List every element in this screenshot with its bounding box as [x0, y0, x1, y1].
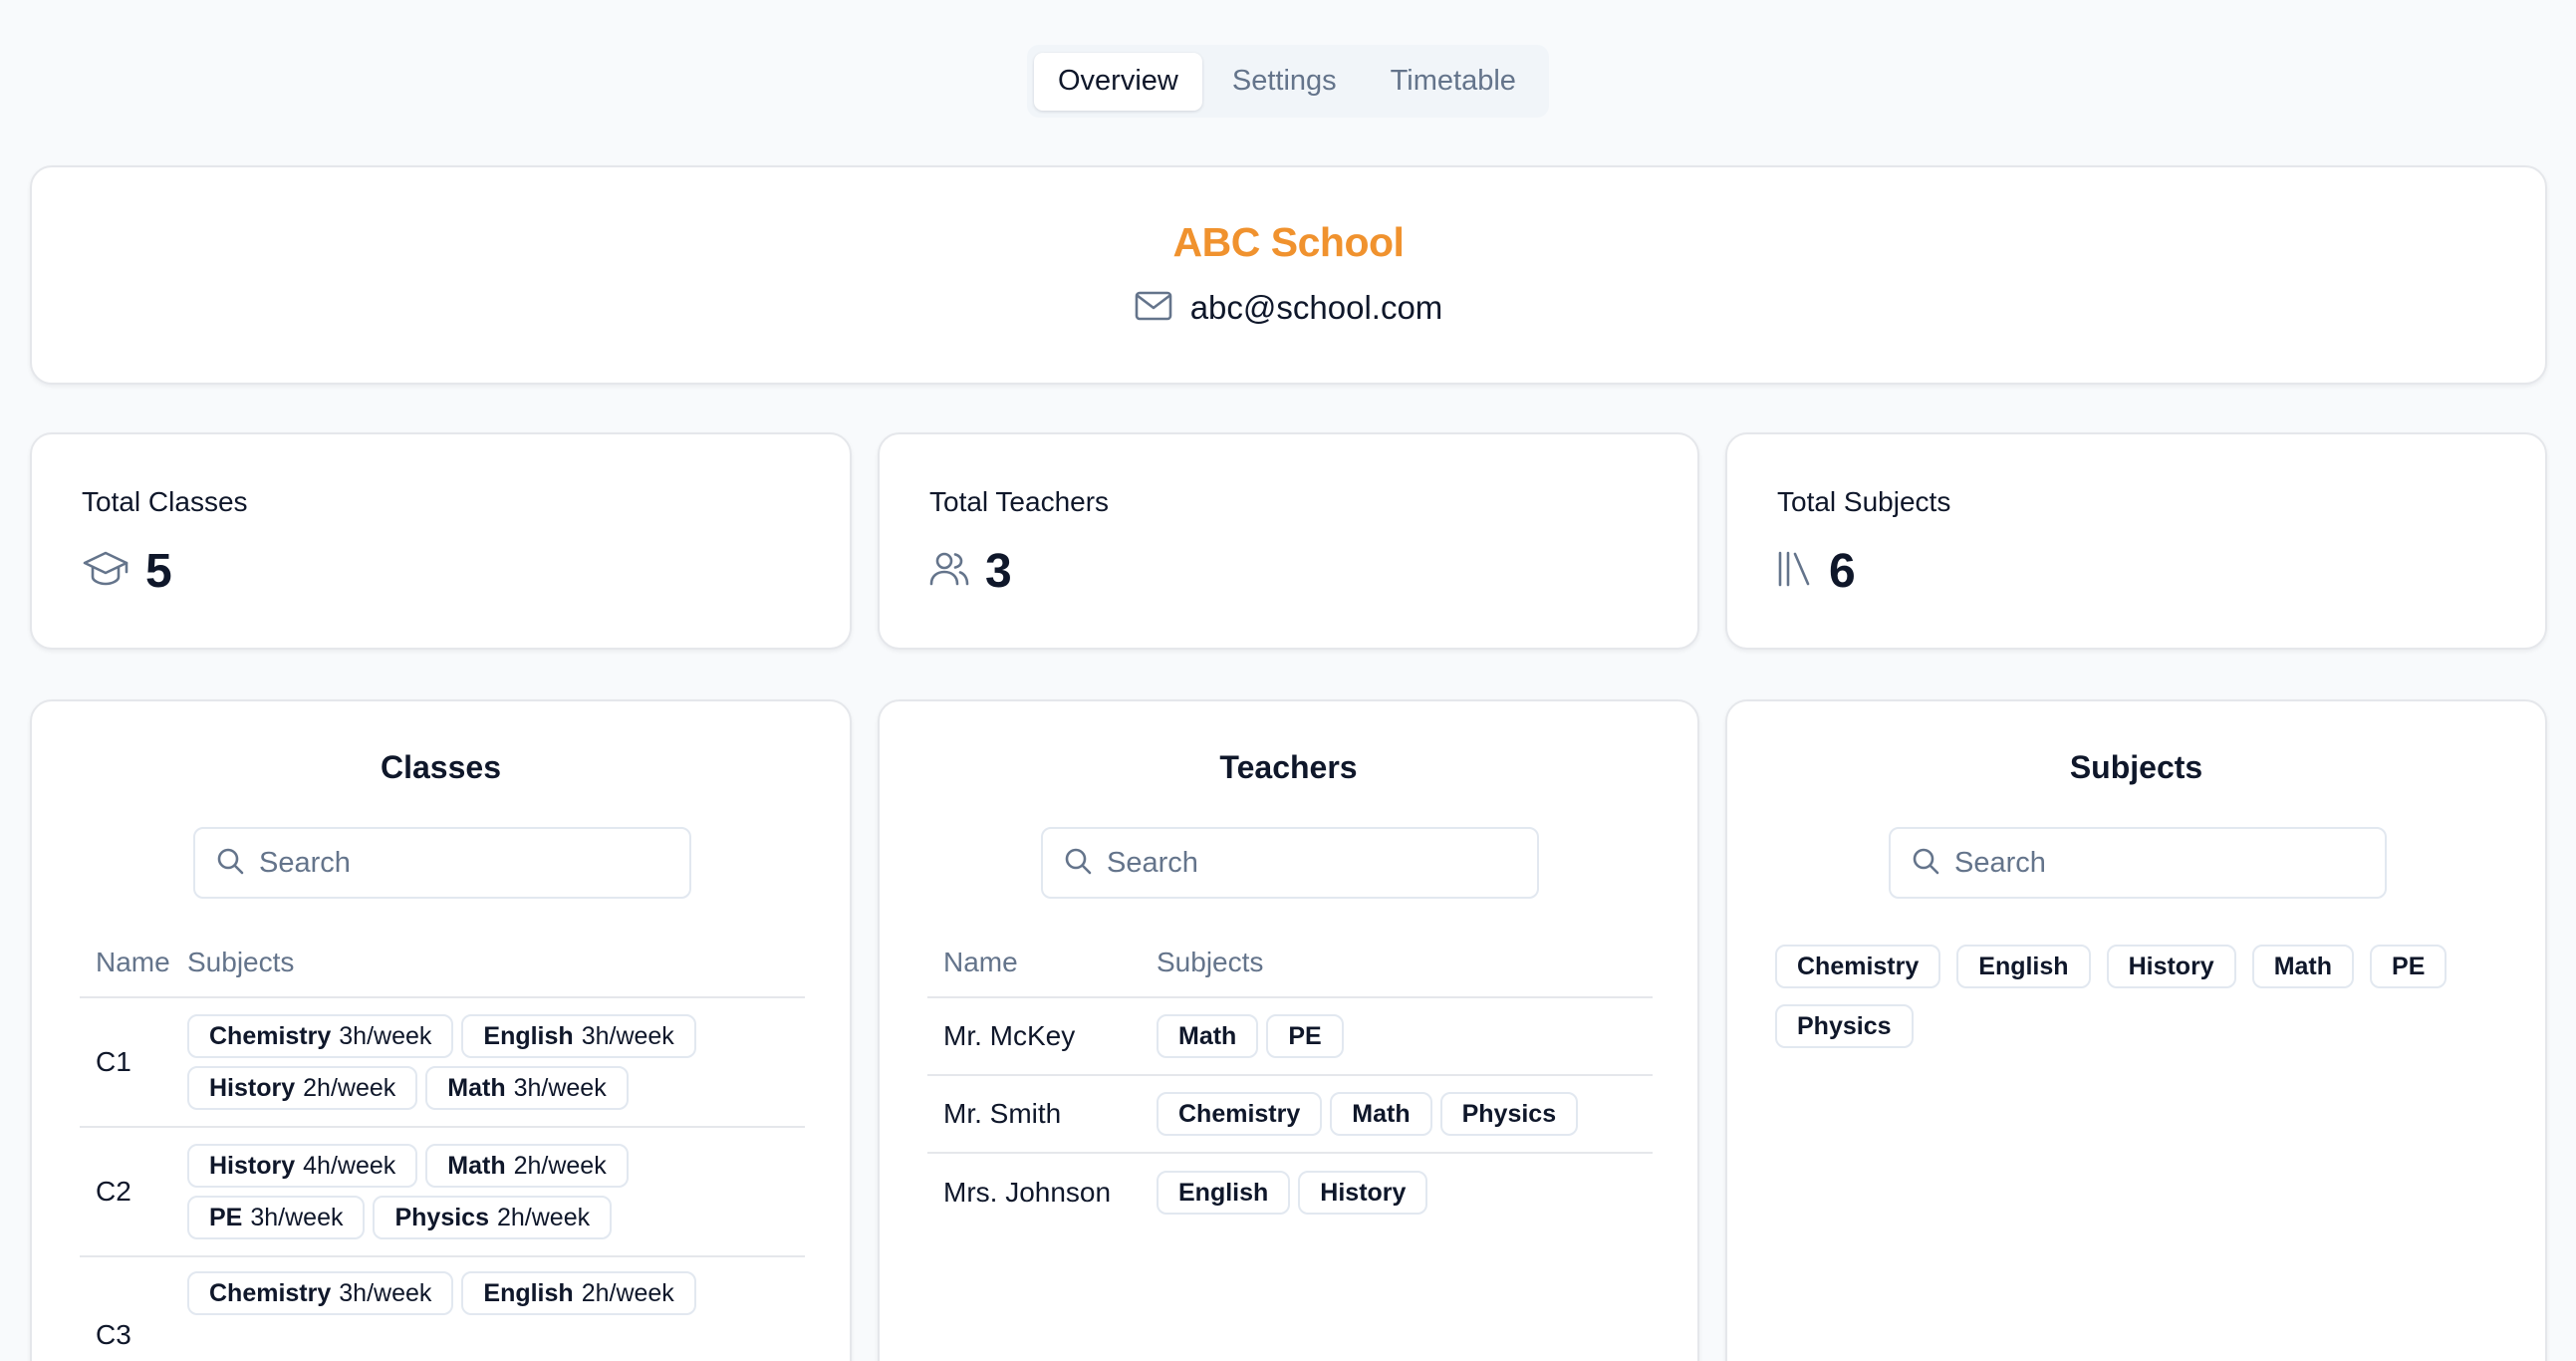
teacher-name: Mr. Smith	[943, 1098, 1062, 1129]
teachers-search-input[interactable]: Search	[1041, 827, 1539, 899]
subject-chip: English	[1157, 1171, 1291, 1215]
school-email[interactable]: abc@school.com	[1190, 289, 1443, 327]
subject-chip: History 4h/week	[187, 1144, 418, 1188]
page: Overview Settings Timetable ABC School a…	[0, 0, 2576, 1361]
class-name: C2	[96, 1176, 131, 1207]
table-row[interactable]: Mrs. Johnson English History	[927, 1154, 1653, 1231]
subject-chip[interactable]: PE	[2370, 945, 2447, 988]
teachers-table: Name Subjects Mr. McKey Math PE Mr. Smit…	[927, 929, 1653, 1231]
classes-search-placeholder: Search	[259, 846, 351, 879]
total-teachers-card: Total Teachers 3	[878, 432, 1699, 650]
library-icon	[1777, 550, 1813, 593]
subject-chip: Math	[1330, 1092, 1432, 1136]
subject-chip: Chemistry	[1157, 1092, 1323, 1136]
subject-chip: History	[1298, 1171, 1428, 1215]
total-classes-value: 5	[145, 545, 172, 598]
total-teachers-title: Total Teachers	[929, 486, 1110, 517]
teachers-table-header: Name Subjects	[927, 929, 1653, 998]
search-icon	[1063, 846, 1093, 881]
column-header-subjects[interactable]: Subjects	[1157, 947, 1263, 978]
subject-chip: English 3h/week	[461, 1014, 696, 1058]
subject-chip: History 2h/week	[187, 1066, 418, 1110]
teachers-panel: Teachers Search Name Subjects Mr. McKey …	[878, 699, 1699, 1361]
subject-chip: English 2h/week	[461, 1271, 696, 1315]
total-subjects-title: Total Subjects	[1777, 486, 1951, 517]
subject-chip: Chemistry 3h/week	[187, 1014, 454, 1058]
total-subjects-card: Total Subjects 6	[1725, 432, 2547, 650]
table-row[interactable]: C1 Chemistry 3h/week English 3h/week Histo…	[80, 998, 805, 1128]
subject-chip: Chemistry 3h/week	[187, 1271, 454, 1315]
graduation-cap-icon	[82, 550, 129, 593]
subject-chip[interactable]: Math	[2251, 945, 2355, 988]
teacher-name: Mr. McKey	[943, 1020, 1076, 1051]
users-icon	[929, 550, 969, 593]
subject-chip[interactable]: English	[1956, 945, 2091, 988]
search-icon	[1911, 846, 1940, 881]
subject-chip: PE	[1266, 1014, 1344, 1058]
subjects-list: Chemistry English History Math PE Physic…	[1775, 945, 2500, 1048]
table-row[interactable]: C2 History 4h/week Math 2h/week PE 3h/week …	[80, 1128, 805, 1257]
subject-chip: Math	[1157, 1014, 1259, 1058]
classes-panel-title: Classes	[381, 749, 501, 785]
classes-panel: Classes Search Name Subjects C1 Chemistr…	[30, 699, 852, 1361]
school-email-row: abc@school.com	[32, 289, 2545, 327]
column-header-name[interactable]: Name	[927, 947, 1157, 978]
subject-chip: PE 3h/week	[187, 1196, 366, 1239]
subject-chip[interactable]: History	[2106, 945, 2236, 988]
table-row[interactable]: Mr. McKey Math PE	[927, 998, 1653, 1076]
subject-chip[interactable]: Chemistry	[1775, 945, 1941, 988]
school-name: ABC School	[1172, 219, 1405, 265]
column-header-name[interactable]: Name	[80, 947, 187, 978]
school-info-card: ABC School abc@school.com	[30, 165, 2547, 385]
subject-chip: Physics	[1439, 1092, 1579, 1136]
total-teachers-value: 3	[985, 545, 1012, 598]
table-row[interactable]: Mr. Smith Chemistry Math Physics	[927, 1076, 1653, 1154]
subject-chip: Math 2h/week	[425, 1144, 629, 1188]
subjects-panel: Subjects Search Chemistry English Histor…	[1725, 699, 2547, 1361]
subject-chip: Physics 2h/week	[373, 1196, 613, 1239]
total-classes-card: Total Classes 5	[30, 432, 852, 650]
class-name: C1	[96, 1046, 131, 1077]
search-icon	[215, 846, 245, 881]
tab-bar: Overview Settings Timetable	[1027, 45, 1549, 118]
classes-search-input[interactable]: Search	[193, 827, 691, 899]
subjects-panel-title: Subjects	[2069, 749, 2203, 785]
teachers-panel-title: Teachers	[1219, 749, 1358, 785]
teacher-name: Mrs. Johnson	[943, 1177, 1112, 1208]
class-name: C3	[96, 1319, 131, 1350]
total-classes-title: Total Classes	[82, 486, 248, 517]
total-subjects-value: 6	[1829, 545, 1856, 598]
tab-overview[interactable]: Overview	[1034, 52, 1202, 111]
table-row[interactable]: C3 Chemistry 3h/week English 2h/week	[80, 1257, 805, 1361]
subjects-search-input[interactable]: Search	[1889, 827, 2387, 899]
teachers-search-placeholder: Search	[1107, 846, 1198, 879]
tab-settings[interactable]: Settings	[1208, 53, 1361, 111]
subject-chip[interactable]: Physics	[1775, 1004, 1914, 1048]
tab-timetable[interactable]: Timetable	[1367, 53, 1540, 111]
classes-table: Name Subjects C1 Chemistry 3h/week Englis…	[80, 929, 805, 1361]
subjects-search-placeholder: Search	[1954, 846, 2046, 879]
subject-chip: Math 3h/week	[425, 1066, 629, 1110]
classes-table-header: Name Subjects	[80, 929, 805, 998]
mail-icon	[1135, 291, 1172, 326]
column-header-subjects[interactable]: Subjects	[187, 947, 294, 978]
